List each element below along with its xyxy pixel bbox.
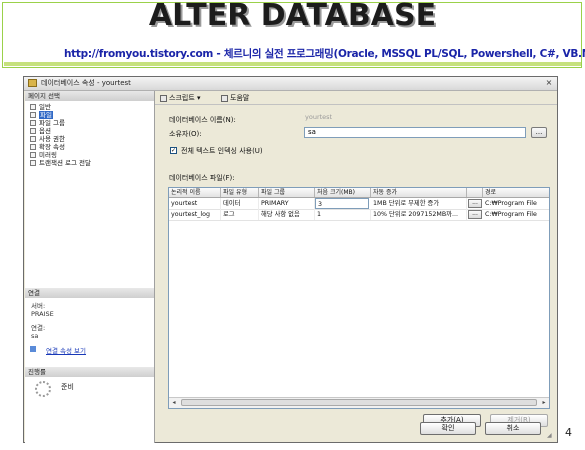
help-button[interactable]: 도움말: [221, 93, 249, 103]
col-logical-name[interactable]: 논리적 이름: [169, 188, 221, 197]
col-autogrowth-button: [467, 188, 483, 197]
page-item-options[interactable]: 옵션: [30, 127, 51, 135]
cancel-button[interactable]: 취소: [485, 422, 541, 435]
accent-strip: [4, 62, 581, 66]
page-item-extended-properties[interactable]: 확장 속성: [30, 143, 65, 151]
cell-autogrowth: 10% 단위로 2097152MB까...: [371, 209, 467, 220]
fulltext-checkbox[interactable]: ✓: [170, 147, 177, 154]
ok-button[interactable]: 확인: [420, 422, 476, 435]
grid-horizontal-scrollbar[interactable]: ◂ ▸: [169, 397, 549, 408]
close-icon[interactable]: ×: [544, 78, 554, 88]
slide-title: ALTER DATABASE: [148, 0, 437, 33]
page-icon: [30, 128, 36, 134]
progress-status: 준비: [61, 383, 74, 391]
page-item-log-shipping[interactable]: 트랜잭션 로그 전달: [30, 159, 91, 167]
col-path[interactable]: 경로: [483, 188, 549, 197]
resize-grip-icon[interactable]: ◢: [547, 432, 555, 440]
database-properties-dialog: 데이터베이스 속성 - yourtest × 페이지 선택 일반 파일 파일 그…: [23, 76, 558, 443]
view-connection-properties-link[interactable]: 연결 속성 보기: [46, 345, 86, 355]
script-button[interactable]: 스크립트 ▾: [160, 93, 201, 103]
page-item-general[interactable]: 일반: [30, 103, 51, 111]
owner-input[interactable]: sa: [304, 127, 526, 138]
progress-header: 진행률: [25, 367, 154, 377]
page-icon: [30, 136, 36, 142]
page-icon: [30, 120, 36, 126]
dialog-title: 데이터베이스 속성 - yourtest: [41, 79, 131, 87]
cell-file-type[interactable]: 로그: [221, 209, 259, 220]
page-icon: [30, 104, 36, 110]
scroll-left-icon[interactable]: ◂: [169, 398, 179, 407]
help-icon: [221, 94, 228, 102]
cell-initial-size[interactable]: 3: [315, 198, 369, 209]
owner-browse-button[interactable]: ...: [531, 127, 547, 138]
dialog-titlebar[interactable]: 데이터베이스 속성 - yourtest ×: [24, 77, 557, 91]
connection-properties-icon: [30, 346, 36, 352]
page-icon: [30, 152, 36, 158]
page-icon: [30, 112, 36, 118]
page-icon: [30, 144, 36, 150]
scroll-right-icon[interactable]: ▸: [539, 398, 549, 407]
page-number: 4: [565, 426, 572, 439]
slide-subtitle: http://fromyou.tistory.com - 체르니의 실전 프로그…: [64, 48, 585, 60]
db-name-field: yourtest: [305, 113, 333, 121]
autogrowth-browse-button[interactable]: ...: [468, 210, 482, 219]
page-item-files[interactable]: 파일: [30, 111, 53, 119]
page-select-pane: 페이지 선택 일반 파일 파일 그룹 옵션 사용 권한 확장 속성 미러링 트랜…: [25, 91, 155, 443]
dialog-toolbar: 스크립트 ▾ 도움말: [155, 91, 557, 105]
database-files-grid: 논리적 이름 파일 유형 파일 그룹 처음 크기(MB) 자동 증가 경로 yo…: [168, 187, 550, 409]
server-value: PRAISE: [31, 310, 54, 318]
cell-logical-name[interactable]: yourtest_log: [169, 209, 221, 220]
cell-filegroup[interactable]: 해당 사항 없음: [259, 209, 315, 220]
grid-header: 논리적 이름 파일 유형 파일 그룹 처음 크기(MB) 자동 증가 경로: [169, 188, 549, 198]
cell-filegroup[interactable]: PRIMARY: [259, 198, 315, 209]
fulltext-label: 전체 텍스트 인덱싱 사용(U): [181, 147, 263, 155]
page-icon: [30, 160, 36, 166]
scrollbar-thumb[interactable]: [181, 399, 537, 406]
col-file-type[interactable]: 파일 유형: [221, 188, 259, 197]
col-filegroup[interactable]: 파일 그룹: [259, 188, 315, 197]
db-files-label: 데이터베이스 파일(F):: [169, 174, 235, 182]
page-select-header: 페이지 선택: [25, 91, 154, 101]
server-label: 서버:: [31, 302, 46, 310]
cell-logical-name[interactable]: yourtest: [169, 198, 221, 209]
owner-label: 소유자(O):: [169, 130, 202, 138]
cell-path[interactable]: C:₩Program File: [483, 209, 549, 220]
table-row[interactable]: yourtest_log 로그 해당 사항 없음 1 10% 단위로 20971…: [169, 209, 549, 221]
page-item-filegroups[interactable]: 파일 그룹: [30, 119, 65, 127]
page-item-mirroring[interactable]: 미러링: [30, 151, 57, 159]
cell-initial-size[interactable]: 1: [315, 209, 371, 220]
cell-autogrowth: 1MB 단위로 무제한 증가: [371, 198, 467, 209]
progress-spinner-icon: [35, 381, 51, 397]
db-name-label: 데이터베이스 이름(N):: [169, 116, 236, 124]
files-page-pane: 스크립트 ▾ 도움말 데이터베이스 이름(N): yourtest 소유자(O)…: [155, 91, 557, 443]
cell-path[interactable]: C:₩Program File: [483, 198, 549, 209]
autogrowth-browse-button[interactable]: ...: [468, 199, 482, 208]
connection-header: 연결: [25, 288, 154, 298]
col-autogrowth[interactable]: 자동 증가: [371, 188, 467, 197]
cell-file-type[interactable]: 데이터: [221, 198, 259, 209]
connection-value: sa: [31, 332, 39, 340]
database-icon: [28, 79, 37, 87]
page-item-permissions[interactable]: 사용 권한: [30, 135, 65, 143]
connection-label: 연결:: [31, 324, 46, 332]
script-icon: [160, 94, 167, 102]
col-initial-size[interactable]: 처음 크기(MB): [315, 188, 371, 197]
